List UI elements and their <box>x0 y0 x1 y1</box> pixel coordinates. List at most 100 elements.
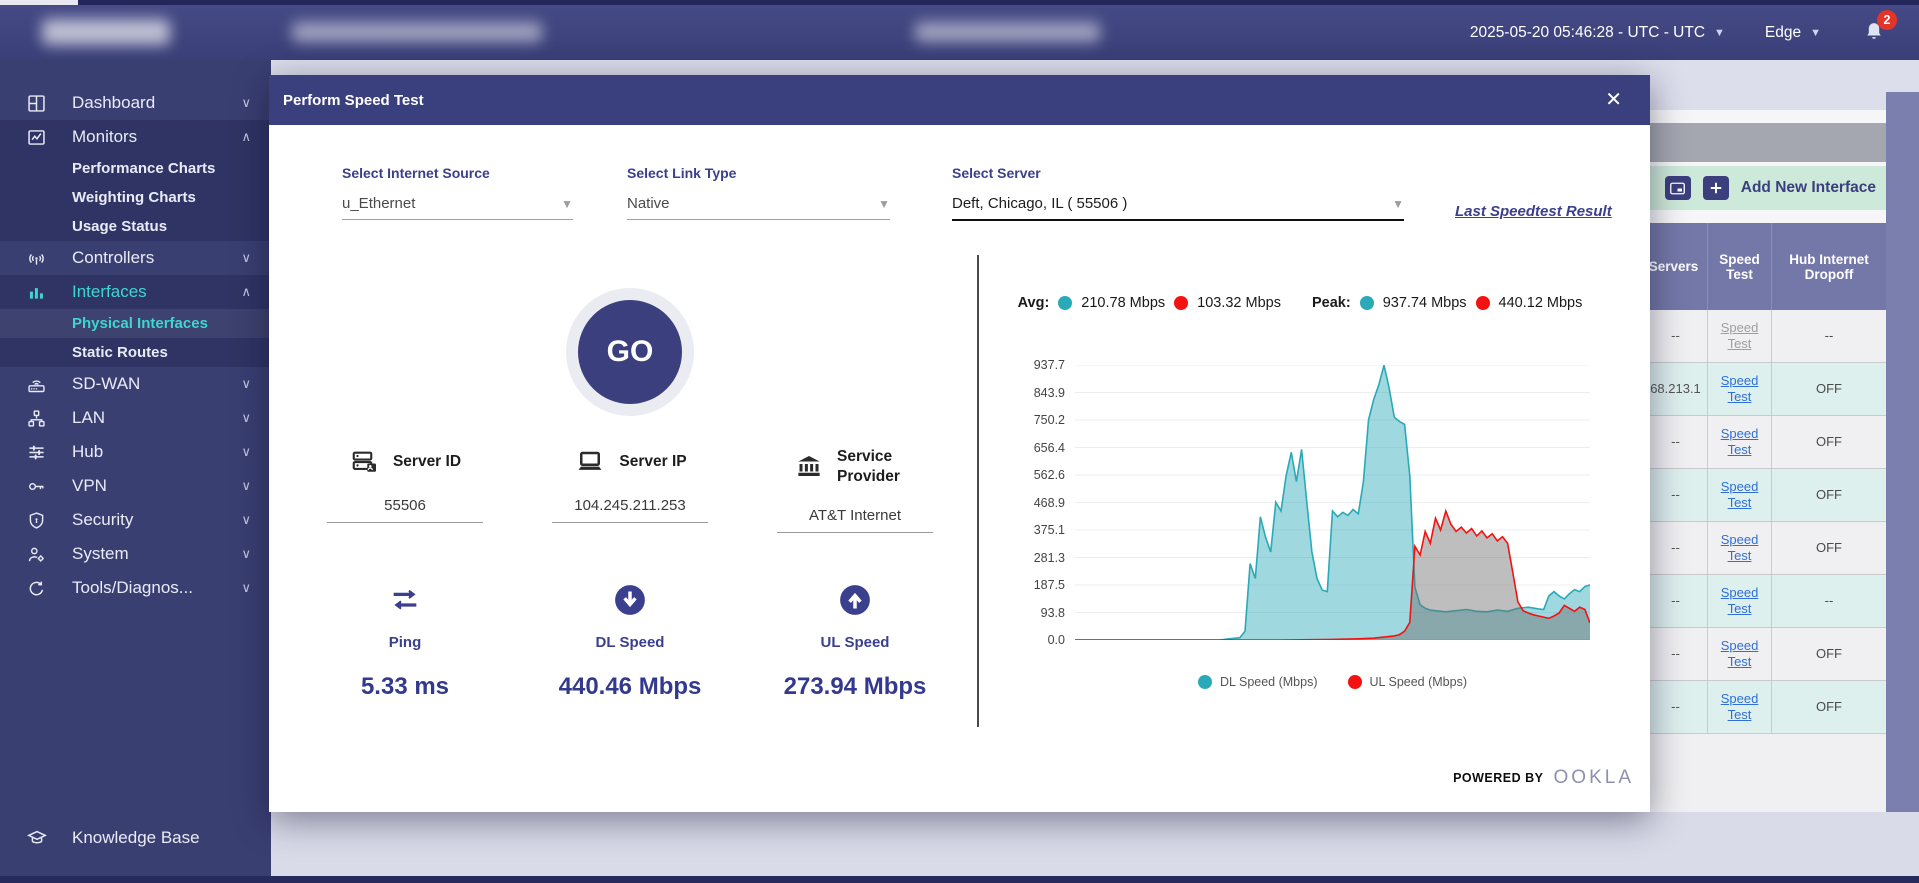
edge-selector[interactable]: Edge ▼ <box>1765 24 1821 42</box>
building-icon <box>793 452 825 482</box>
sidebar-item-sdwan[interactable]: SD-WAN ∨ <box>0 367 271 401</box>
speed-test-link[interactable]: Speed Test <box>1708 691 1771 724</box>
y-axis-tick-label: 656.4 <box>1005 441 1065 455</box>
servers-cell: -- <box>1640 416 1708 469</box>
speed-test-modal: Perform Speed Test ✕ Select Internet Sou… <box>269 75 1650 812</box>
red-dot-icon <box>1348 675 1362 689</box>
red-dot-icon <box>1174 296 1188 310</box>
powered-by-label: POWERED BY <box>1453 771 1543 785</box>
peak-ul-value: 440.12 Mbps <box>1499 295 1583 311</box>
server-ip-stat: Server IP 104.245.211.253 <box>520 447 740 523</box>
sidebar-item-performance-charts[interactable]: Performance Charts <box>0 154 271 183</box>
speed-test-link[interactable]: Speed Test <box>1708 426 1771 459</box>
sidebar-item-hub[interactable]: Hub ∨ <box>0 435 271 469</box>
servers-cell: -- <box>1640 310 1708 363</box>
vertical-divider <box>977 255 979 727</box>
sidebar-item-dashboard[interactable]: Dashboard ∨ <box>0 86 271 120</box>
sidebar-item-vpn[interactable]: VPN ∨ <box>0 469 271 503</box>
server-id-icon <box>349 447 381 477</box>
graduation-cap-icon <box>26 827 48 849</box>
chart-y-axis: 937.7843.9750.2656.4562.6468.9375.1281.3… <box>1005 365 1065 640</box>
field-value: u_Ethernet <box>342 195 415 212</box>
y-axis-tick-label: 281.3 <box>1005 551 1065 565</box>
go-button[interactable]: GO <box>578 300 682 404</box>
chart-summary-row: Avg: 210.78 Mbps 103.32 Mbps Peak: 937.7… <box>997 295 1603 311</box>
sidebar-item-system[interactable]: System ∨ <box>0 537 271 571</box>
link-type-select[interactable]: Select Link Type Native ▼ <box>627 165 890 220</box>
sidebar-item-tools-diagnostics[interactable]: Tools/Diagnos... ∨ <box>0 571 271 605</box>
stat-label: Server ID <box>393 452 461 472</box>
chevron-down-icon: ∨ <box>241 250 251 266</box>
internet-source-select[interactable]: Select Internet Source u_Ethernet ▼ <box>342 165 573 220</box>
sidebar-item-usage-status[interactable]: Usage Status <box>0 212 271 241</box>
monitors-icon <box>26 126 48 148</box>
sidebar-item-lan[interactable]: LAN ∨ <box>0 401 271 435</box>
close-icon[interactable]: ✕ <box>1605 90 1622 110</box>
chevron-down-icon: ▼ <box>1392 197 1404 211</box>
last-speedtest-result-link[interactable]: Last Speedtest Result <box>1455 203 1612 220</box>
avg-dl-value: 210.78 Mbps <box>1081 295 1165 311</box>
result-label: DL Speed <box>520 634 740 651</box>
column-header-hub-internet-dropoff: Hub Internet Dropoff <box>1772 223 1886 310</box>
sidebar-item-controllers[interactable]: Controllers ∨ <box>0 241 271 275</box>
sidebar-item-interfaces[interactable]: Interfaces ∧ <box>0 275 271 309</box>
upload-circle-icon <box>745 580 965 620</box>
y-axis-tick-label: 750.2 <box>1005 413 1065 427</box>
server-select[interactable]: Select Server Deft, Chicago, IL ( 55506 … <box>952 165 1404 221</box>
hub-dropoff-cell: OFF <box>1772 628 1886 681</box>
table-header-row: Servers Speed Test Hub Internet Dropoff <box>1640 223 1886 310</box>
speed-test-link[interactable]: Speed Test <box>1708 638 1771 671</box>
field-label: Select Internet Source <box>342 165 573 181</box>
chevron-down-icon: ∨ <box>241 580 251 596</box>
ul-speed-result: UL Speed 273.94 Mbps <box>745 580 965 701</box>
ping-arrows-icon <box>295 580 515 620</box>
notifications-button[interactable]: 2 <box>1861 17 1891 49</box>
plus-icon-button[interactable] <box>1703 176 1729 200</box>
sidebar-item-physical-interfaces[interactable]: Physical Interfaces <box>0 309 271 338</box>
download-circle-icon <box>520 580 740 620</box>
hub-dropoff-cell: OFF <box>1772 681 1886 734</box>
sidebar-item-label: Tools/Diagnos... <box>72 578 241 598</box>
chevron-down-icon: ∨ <box>241 444 251 460</box>
legend-dl-label: DL Speed (Mbps) <box>1220 675 1318 689</box>
y-axis-tick-label: 843.9 <box>1005 386 1065 400</box>
chevron-down-icon: ▼ <box>561 197 573 211</box>
sidebar-item-static-routes[interactable]: Static Routes <box>0 338 271 367</box>
hub-dropoff-cell: -- <box>1772 310 1886 363</box>
sidebar-item-weighting-charts[interactable]: Weighting Charts <box>0 183 271 212</box>
speed-test-link[interactable]: Speed Test <box>1708 585 1771 618</box>
speed-test-link[interactable]: Speed Test <box>1708 373 1771 406</box>
key-icon <box>26 475 48 497</box>
y-axis-tick-label: 0.0 <box>1005 633 1065 647</box>
result-value: 5.33 ms <box>295 673 515 701</box>
top-navbar: 2025-05-20 05:46:28 - UTC - UTC ▼ Edge ▼… <box>0 5 1919 60</box>
sidebar-item-security[interactable]: Security ∨ <box>0 503 271 537</box>
hub-dropoff-cell: OFF <box>1772 363 1886 416</box>
servers-cell: -- <box>1640 628 1708 681</box>
table-row: -- Speed Test OFF <box>1640 681 1886 734</box>
page-bottom-band <box>271 812 1919 877</box>
speed-test-link[interactable]: Speed Test <box>1708 320 1771 353</box>
result-value: 440.46 Mbps <box>520 673 740 701</box>
speed-test-link[interactable]: Speed Test <box>1708 479 1771 512</box>
stat-value: 104.245.211.253 <box>552 497 708 523</box>
sidebar-item-monitors[interactable]: Monitors ∧ <box>0 120 271 154</box>
modal-header: Perform Speed Test ✕ <box>269 75 1650 125</box>
chevron-down-icon: ▼ <box>878 197 890 211</box>
card-view-button[interactable] <box>1665 176 1691 200</box>
shield-icon <box>26 509 48 531</box>
datetime-selector[interactable]: 2025-05-20 05:46:28 - UTC - UTC ▼ <box>1470 24 1725 42</box>
speed-test-link[interactable]: Speed Test <box>1708 532 1771 565</box>
sidebar-item-label: Interfaces <box>72 282 241 302</box>
y-axis-tick-label: 937.7 <box>1005 358 1065 372</box>
sidebar-item-label: System <box>72 544 241 564</box>
servers-cell: -- <box>1640 469 1708 522</box>
hub-dropoff-cell: OFF <box>1772 416 1886 469</box>
y-axis-tick-label: 468.9 <box>1005 496 1065 510</box>
teal-dot-icon <box>1198 675 1212 689</box>
sidebar-item-knowledge-base[interactable]: Knowledge Base <box>0 820 271 856</box>
datetime-label: 2025-05-20 05:46:28 - UTC - UTC <box>1470 24 1705 42</box>
add-new-interface-button[interactable]: Add New Interface <box>1741 179 1876 197</box>
table-row: -- Speed Test OFF <box>1640 628 1886 681</box>
stat-label: Server IP <box>619 452 686 472</box>
